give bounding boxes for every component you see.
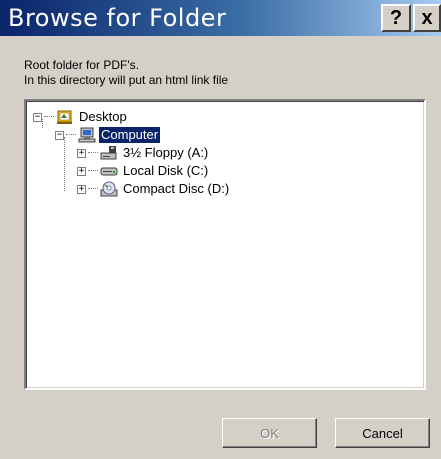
desktop-icon — [57, 110, 72, 124]
collapse-icon[interactable]: − — [33, 112, 42, 122]
computer-icon — [78, 127, 96, 143]
title-bar[interactable]: Browse for Folder ? x — [0, 0, 441, 36]
close-icon: x — [421, 6, 433, 29]
ok-button[interactable]: OK — [222, 418, 317, 448]
close-button[interactable]: x — [413, 4, 441, 32]
expand-icon[interactable]: + — [77, 166, 86, 176]
hard-disk-icon — [100, 167, 118, 176]
tree-item-label: Desktop — [79, 109, 127, 124]
description-line-1: Root folder for PDF's. — [24, 58, 139, 72]
tree-item-local-disk[interactable]: + Local Disk (C:) — [77, 162, 210, 180]
tree-item-label: Compact Disc (D:) — [123, 181, 230, 196]
tree-connector — [88, 188, 98, 190]
tree-item-label: 3½ Floppy (A:) — [123, 145, 209, 160]
floppy-drive-icon — [100, 146, 117, 160]
help-icon: ? — [389, 6, 403, 29]
help-button[interactable]: ? — [381, 4, 411, 32]
tree-item-computer[interactable]: − Computer — [55, 126, 162, 144]
cancel-button[interactable]: Cancel — [335, 418, 430, 448]
description-text: Root folder for PDF's. In this directory… — [24, 58, 228, 88]
tree-item-compact-disc[interactable]: + Compact Disc (D:) — [77, 180, 231, 198]
tree-connector — [64, 137, 65, 191]
tree-connector — [88, 152, 98, 154]
window-title: Browse for Folder — [8, 4, 227, 32]
tree-connector — [66, 134, 76, 136]
tree-connector — [88, 170, 98, 172]
cd-drive-icon — [100, 181, 118, 197]
tree-connector — [44, 116, 54, 118]
description-line-2: In this directory will put an html link … — [24, 73, 229, 87]
tree-item-floppy[interactable]: + 3½ Floppy (A:) — [77, 144, 210, 162]
cancel-button-label: Cancel — [362, 425, 403, 441]
tree-item-label: Local Disk (C:) — [123, 163, 209, 178]
ok-button-label: OK — [260, 425, 279, 441]
expand-icon[interactable]: + — [77, 148, 86, 158]
tree-item-label: Computer — [97, 126, 162, 144]
collapse-icon[interactable]: − — [55, 130, 64, 140]
tree-item-desktop[interactable]: − Desktop — [33, 108, 129, 126]
folder-tree[interactable]: − Desktop − Computer + 3½ Floppy (A:) + … — [24, 99, 426, 390]
expand-icon[interactable]: + — [77, 184, 86, 194]
